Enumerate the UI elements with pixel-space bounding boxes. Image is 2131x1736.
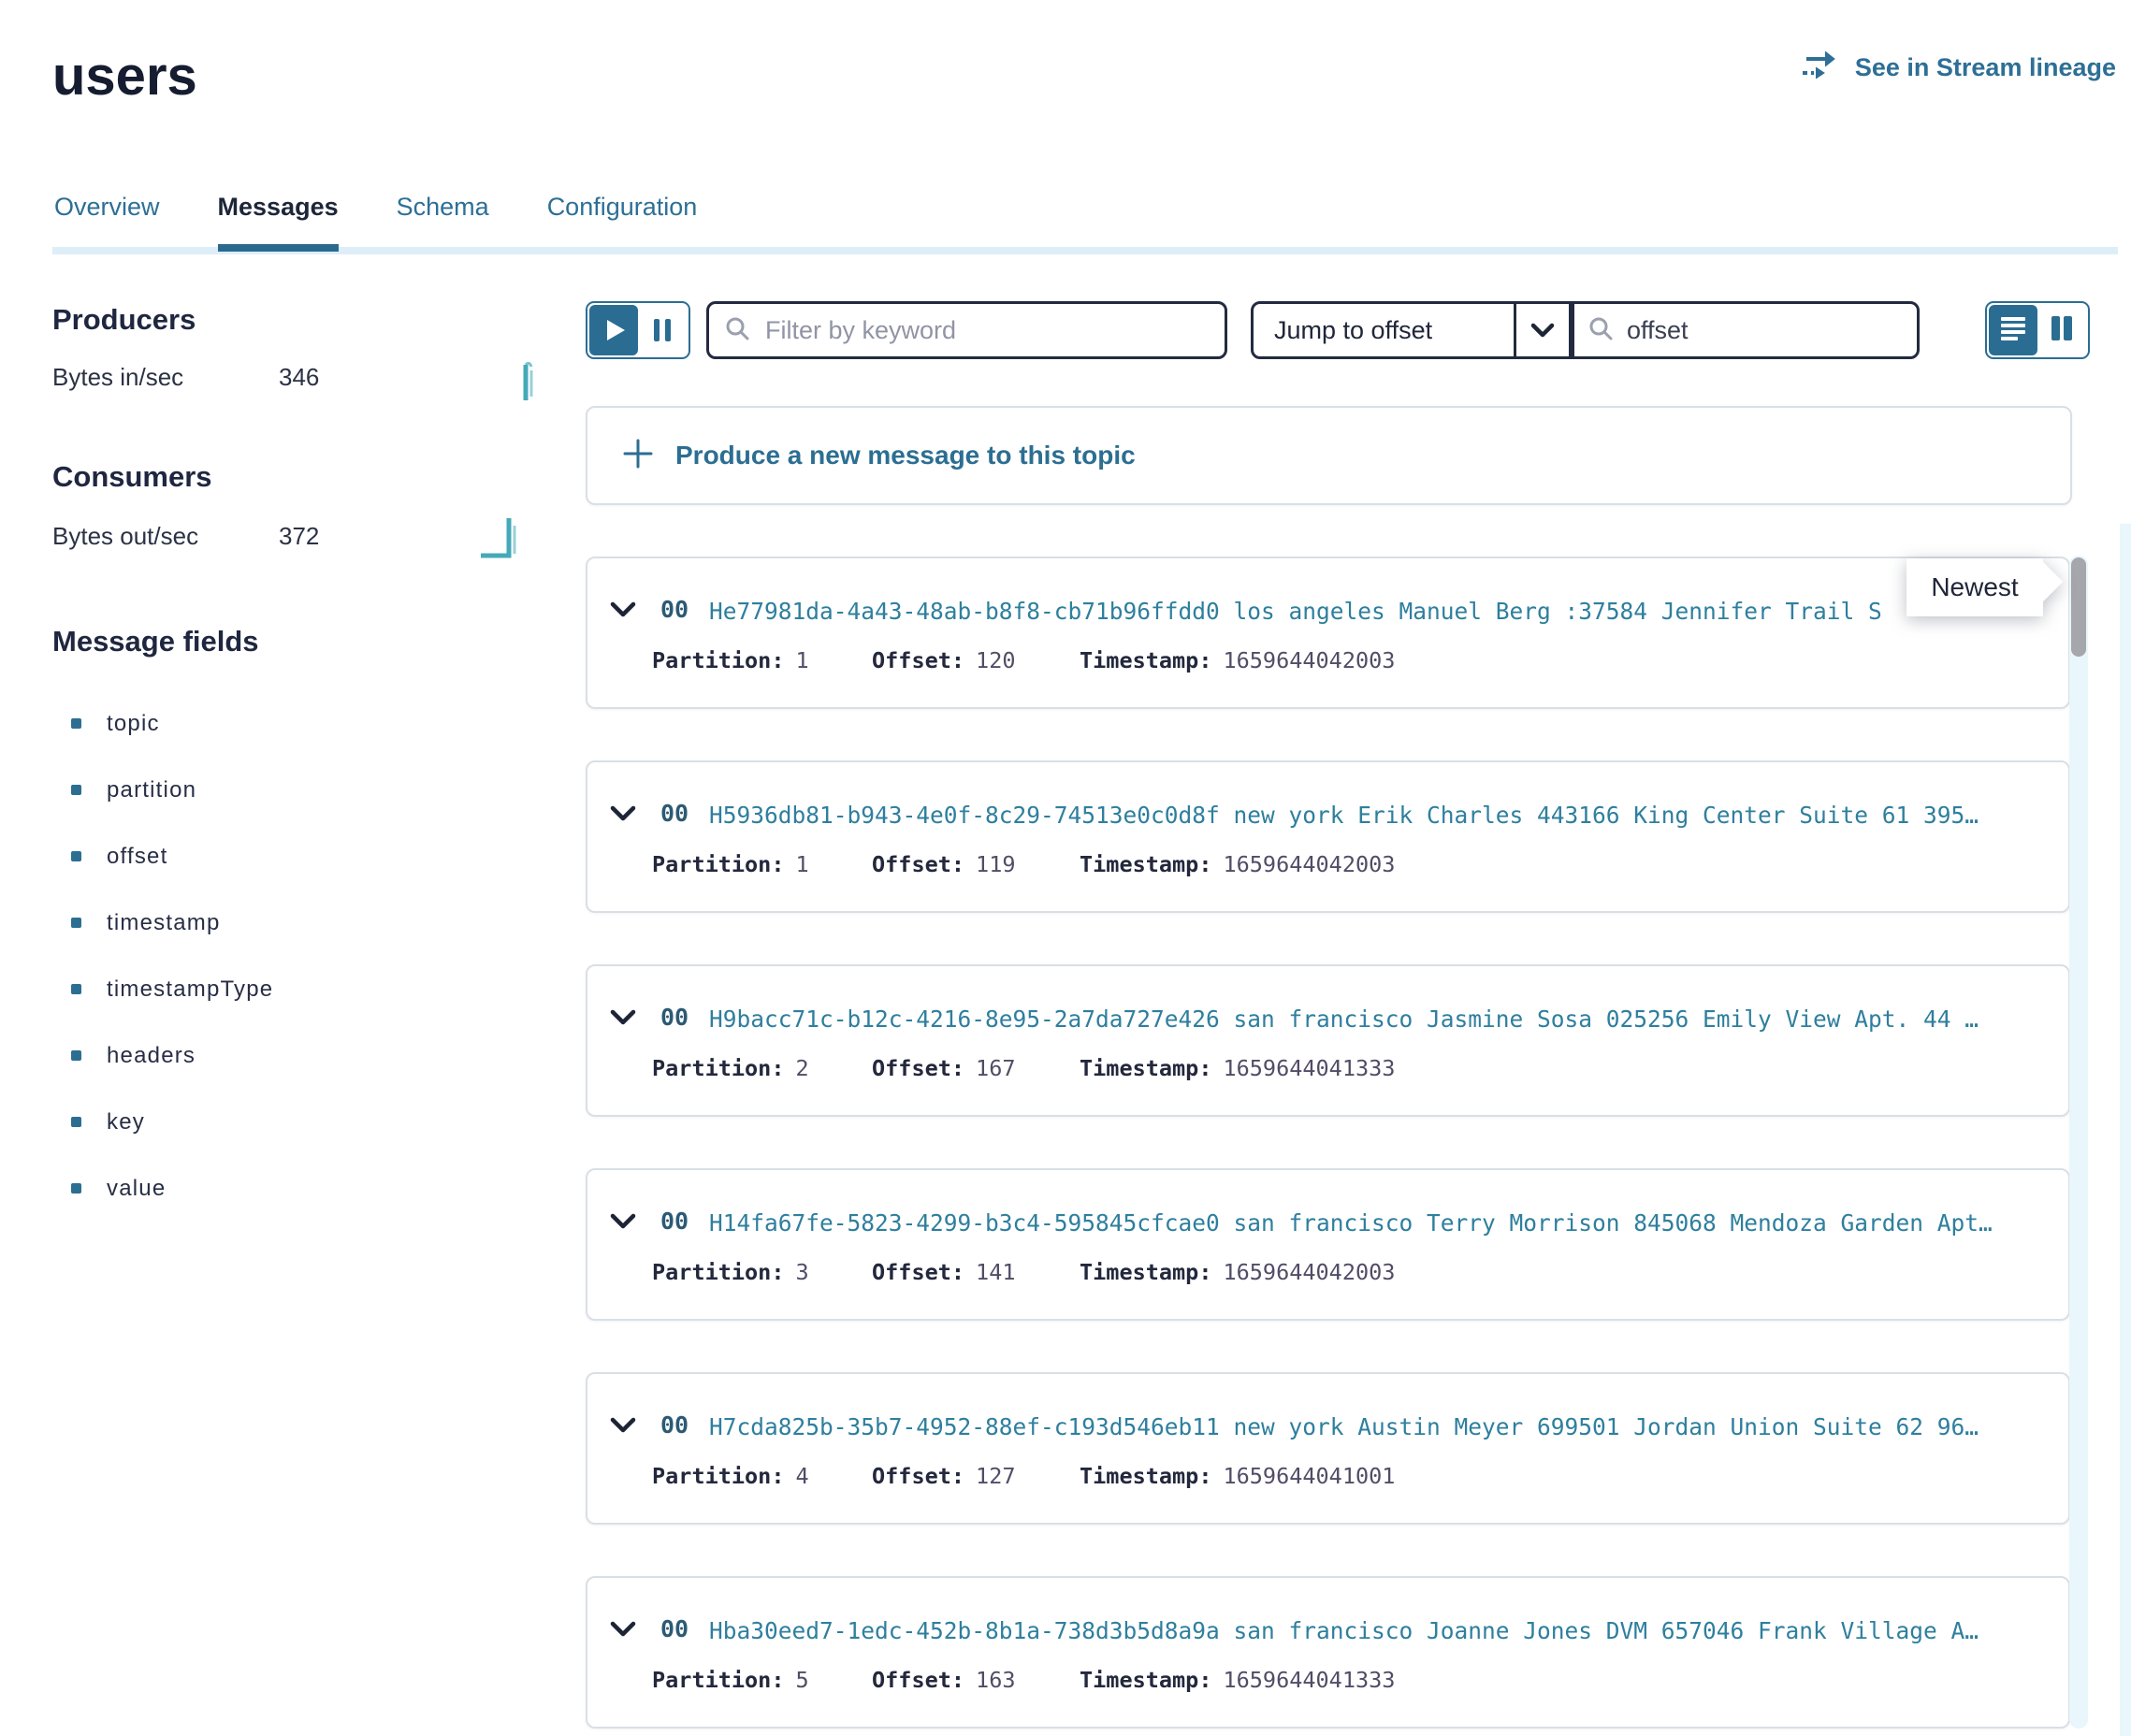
message-list-scrollbar-thumb[interactable]: [2071, 557, 2086, 657]
message-summary: He77981da-4a43-48ab-b8f8-cb71b96ffdd0 lo…: [709, 598, 2055, 626]
message-summary: H9bacc71c-b12c-4216-8e95-2a7da727e426 sa…: [709, 1005, 2055, 1034]
partition-label: Partition:: [652, 1054, 784, 1082]
timestamp-label: Timestamp:: [1080, 850, 1211, 878]
offset-value: 163: [976, 1666, 1015, 1694]
timestamp-label: Timestamp:: [1080, 1462, 1211, 1490]
partition-value: 5: [795, 1666, 808, 1694]
timestamp-label: Timestamp:: [1080, 1258, 1211, 1286]
timestamp-value: 1659644042003: [1223, 850, 1395, 878]
message-list: 00 He77981da-4a43-48ab-b8f8-cb71b96ffdd0…: [0, 0, 2131, 1736]
message-key-badge: 00: [660, 596, 689, 624]
message-summary: Hba30eed7-1edc-452b-8b1a-738d3b5d8a9a sa…: [709, 1617, 2055, 1645]
offset-value: 127: [976, 1462, 1015, 1490]
partition-value: 1: [795, 850, 808, 878]
message-meta: Partition: 4 Offset: 127 Timestamp: 1659…: [652, 1462, 2050, 1490]
offset-value: 141: [976, 1258, 1015, 1286]
tab-messages[interactable]: Messages: [218, 193, 339, 252]
chevron-down-icon[interactable]: [610, 601, 636, 623]
offset-value: 167: [976, 1054, 1015, 1082]
message-row[interactable]: 00 Hba30eed7-1edc-452b-8b1a-738d3b5d8a9a…: [586, 1576, 2070, 1729]
message-meta: Partition: 5 Offset: 163 Timestamp: 1659…: [652, 1666, 2050, 1694]
timestamp-value: 1659644041001: [1223, 1462, 1395, 1490]
newest-tooltip: Newest: [1906, 558, 2043, 616]
tab-schema[interactable]: Schema: [397, 193, 489, 252]
message-row[interactable]: 00 H7cda825b-35b7-4952-88ef-c193d546eb11…: [586, 1372, 2070, 1525]
message-summary: H14fa67fe-5823-4299-b3c4-595845cfcae0 sa…: [709, 1209, 2055, 1237]
partition-label: Partition:: [652, 1258, 784, 1286]
chevron-down-icon[interactable]: [610, 805, 636, 827]
chevron-down-icon[interactable]: [610, 1213, 636, 1235]
offset-label: Offset:: [872, 1666, 964, 1694]
offset-label: Offset:: [872, 850, 964, 878]
partition-value: 1: [795, 646, 808, 674]
offset-label: Offset:: [872, 646, 964, 674]
partition-label: Partition:: [652, 646, 784, 674]
timestamp-value: 1659644041333: [1223, 1054, 1395, 1082]
message-row[interactable]: 00 H5936db81-b943-4e0f-8c29-74513e0c0d8f…: [586, 760, 2070, 913]
message-key-badge: 00: [660, 1004, 689, 1032]
offset-label: Offset:: [872, 1054, 964, 1082]
timestamp-label: Timestamp:: [1080, 1054, 1211, 1082]
partition-value: 2: [795, 1054, 808, 1082]
timestamp-label: Timestamp:: [1080, 1666, 1211, 1694]
message-meta: Partition: 2 Offset: 167 Timestamp: 1659…: [652, 1054, 2050, 1082]
tab-overview[interactable]: Overview: [54, 193, 160, 252]
message-key-badge: 00: [660, 1411, 689, 1439]
partition-value: 3: [795, 1258, 808, 1286]
message-row[interactable]: 00 H14fa67fe-5823-4299-b3c4-595845cfcae0…: [586, 1168, 2070, 1321]
message-summary: H5936db81-b943-4e0f-8c29-74513e0c0d8f ne…: [709, 802, 2055, 830]
offset-label: Offset:: [872, 1462, 964, 1490]
partition-label: Partition:: [652, 850, 784, 878]
message-row[interactable]: 00 He77981da-4a43-48ab-b8f8-cb71b96ffdd0…: [586, 557, 2070, 709]
message-key-badge: 00: [660, 800, 689, 828]
offset-value: 120: [976, 646, 1015, 674]
message-meta: Partition: 1 Offset: 120 Timestamp: 1659…: [652, 646, 2050, 674]
partition-value: 4: [795, 1462, 808, 1490]
message-list-scrollbar-track[interactable]: [2069, 556, 2088, 1729]
partition-label: Partition:: [652, 1666, 784, 1694]
chevron-down-icon[interactable]: [610, 1417, 636, 1439]
tab-bar: Overview Messages Schema Configuration: [54, 193, 697, 252]
message-meta: Partition: 3 Offset: 141 Timestamp: 1659…: [652, 1258, 2050, 1286]
message-row[interactable]: 00 H9bacc71c-b12c-4216-8e95-2a7da727e426…: [586, 964, 2070, 1117]
partition-label: Partition:: [652, 1462, 784, 1490]
page-scrollbar-track: [2120, 524, 2131, 1736]
topic-messages-page: users See in Stream lineage Overview Mes…: [0, 0, 2131, 1736]
timestamp-value: 1659644041333: [1223, 1666, 1395, 1694]
chevron-down-icon[interactable]: [610, 1009, 636, 1031]
timestamp-label: Timestamp:: [1080, 646, 1211, 674]
chevron-down-icon[interactable]: [610, 1621, 636, 1642]
offset-label: Offset:: [872, 1258, 964, 1286]
message-key-badge: 00: [660, 1208, 689, 1236]
offset-value: 119: [976, 850, 1015, 878]
message-summary: H7cda825b-35b7-4952-88ef-c193d546eb11 ne…: [709, 1413, 2055, 1441]
timestamp-value: 1659644042003: [1223, 646, 1395, 674]
tab-configuration[interactable]: Configuration: [547, 193, 698, 252]
timestamp-value: 1659644042003: [1223, 1258, 1395, 1286]
message-meta: Partition: 1 Offset: 119 Timestamp: 1659…: [652, 850, 2050, 878]
message-key-badge: 00: [660, 1615, 689, 1643]
